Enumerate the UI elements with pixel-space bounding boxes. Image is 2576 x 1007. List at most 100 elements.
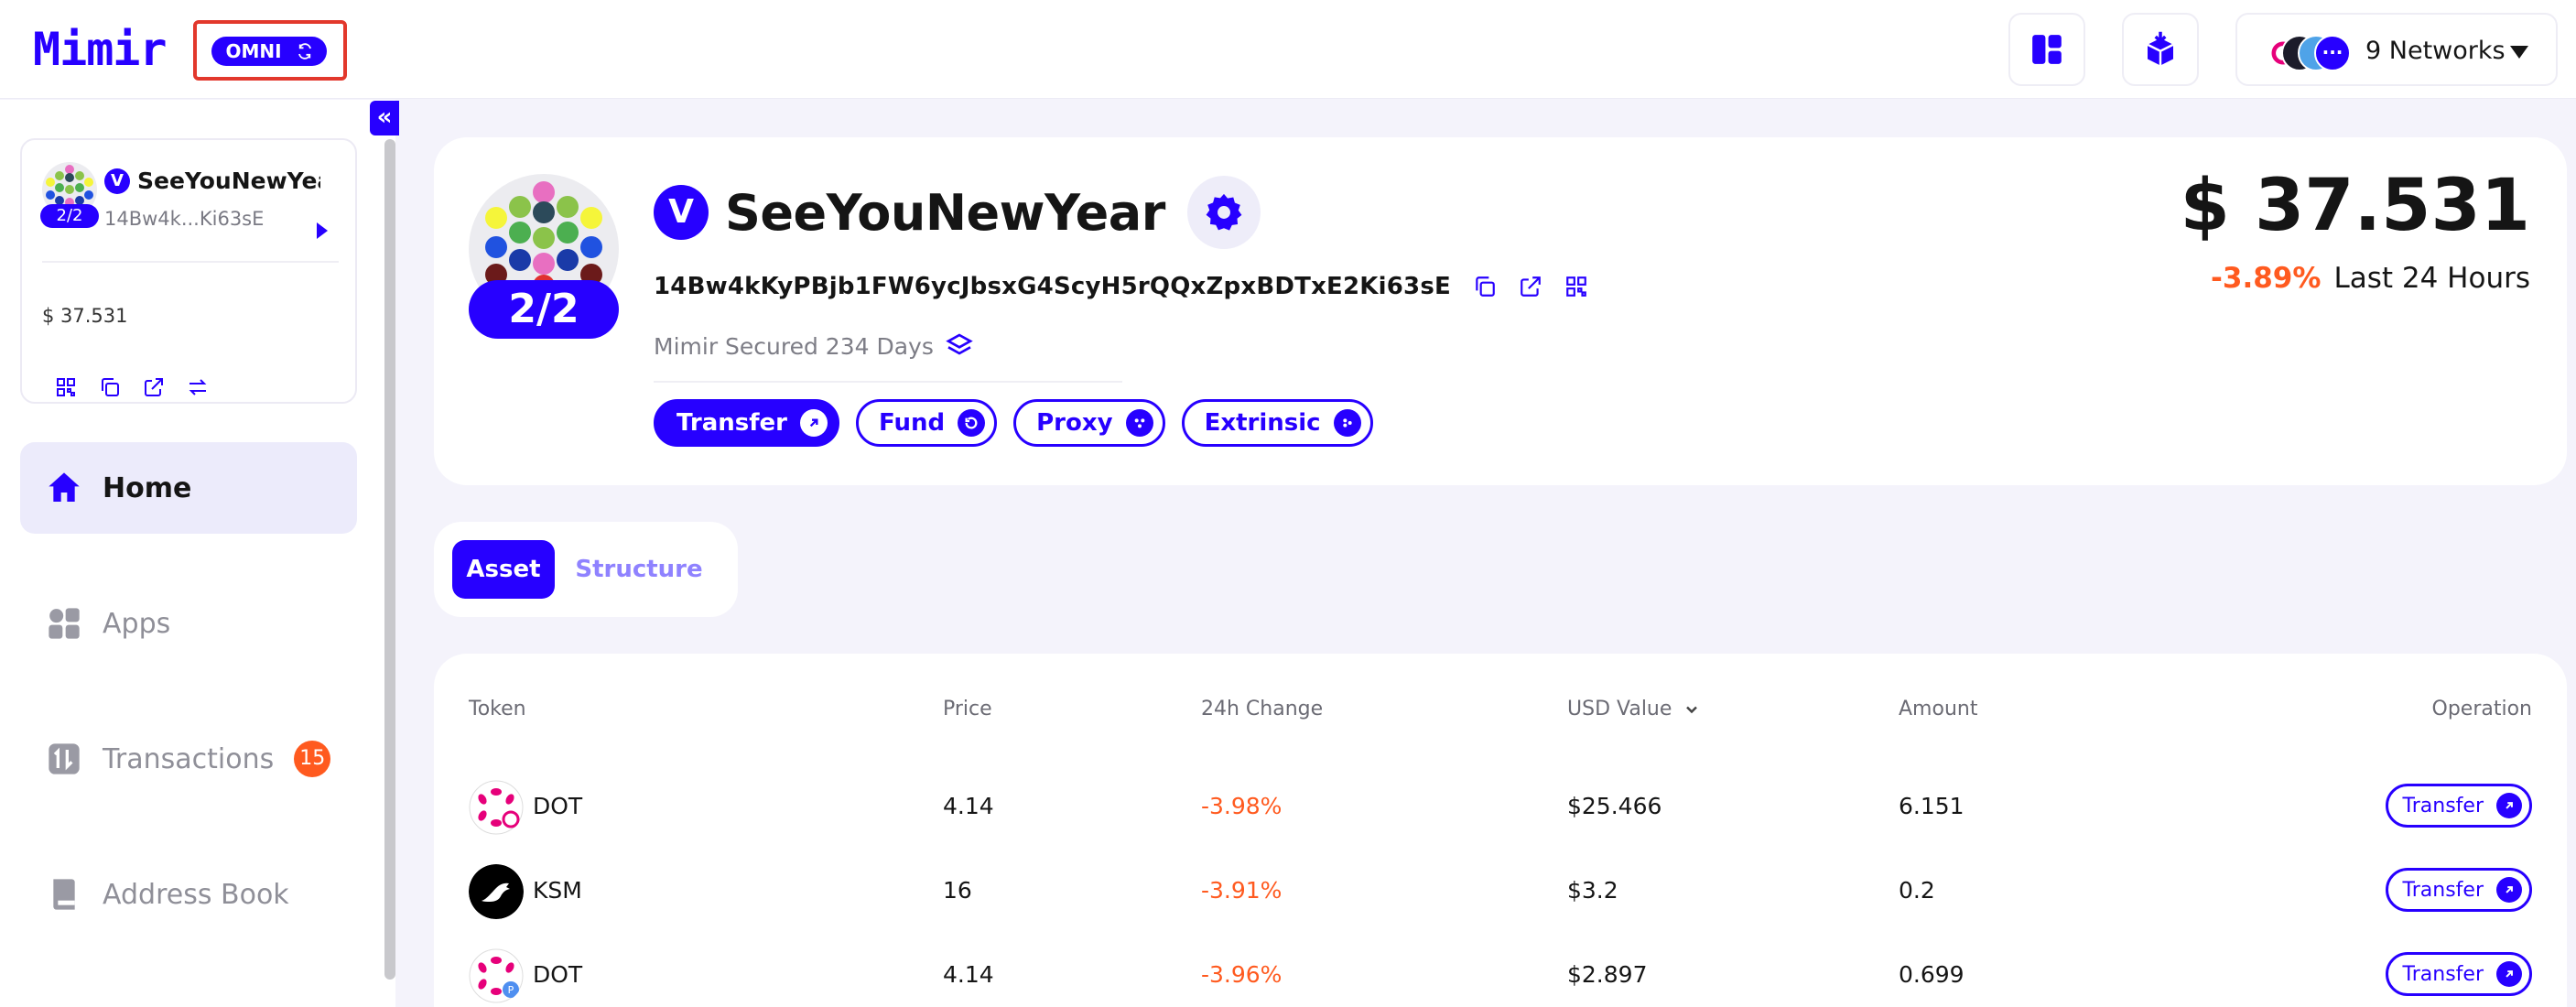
arrow-up-right-icon bbox=[2496, 793, 2522, 818]
header-usd-value[interactable]: USD Value bbox=[1567, 698, 1701, 720]
qr-code-icon[interactable] bbox=[1564, 275, 1588, 298]
chevron-down-icon bbox=[2510, 46, 2528, 59]
fund-icon bbox=[958, 409, 986, 437]
copy-icon[interactable] bbox=[99, 376, 121, 398]
external-link-icon[interactable] bbox=[1519, 275, 1542, 298]
header-price: Price bbox=[943, 698, 992, 720]
table-row: DOT 4.14 -3.98% $25.466 6.151 Transfer bbox=[434, 773, 2567, 846]
external-link-icon[interactable] bbox=[143, 376, 165, 398]
extrinsic-icon bbox=[1333, 409, 1361, 437]
nav-label-home: Home bbox=[103, 471, 192, 504]
proxy-icon bbox=[1125, 409, 1153, 437]
sidebar-item-address-book[interactable]: Address Book bbox=[20, 849, 357, 940]
omni-highlight-box: OMNI bbox=[193, 20, 347, 81]
sidebar-item-home[interactable]: Home bbox=[20, 442, 357, 534]
network-selector[interactable]: ··· 9 Networks bbox=[2235, 13, 2558, 86]
network-avatars: ··· bbox=[2265, 35, 2351, 71]
header-operation: Operation bbox=[2431, 698, 2532, 720]
token-change: -3.96% bbox=[1201, 961, 1283, 988]
profile-actions: Transfer Fund Proxy Extrinsic bbox=[654, 399, 1373, 447]
divider bbox=[42, 261, 339, 263]
account-balance: $ 37.531 bbox=[42, 305, 128, 327]
row-transfer-button[interactable]: Transfer bbox=[2385, 868, 2532, 912]
threshold-badge: 2/2 bbox=[40, 204, 99, 228]
sidebar: 2/2 V SeeYouNewYear 14Bw4k...Ki63sE $ 37… bbox=[0, 100, 395, 1007]
home-icon bbox=[49, 472, 80, 502]
header-token: Token bbox=[469, 698, 526, 720]
row-transfer-label: Transfer bbox=[2402, 878, 2484, 902]
nav-label-address-book: Address Book bbox=[103, 878, 289, 911]
token-name: DOT bbox=[533, 961, 583, 988]
tab-structure[interactable]: Structure bbox=[566, 540, 712, 599]
extrinsic-button[interactable]: Extrinsic bbox=[1181, 399, 1373, 447]
divider bbox=[654, 381, 1122, 383]
qr-code-icon[interactable] bbox=[55, 376, 77, 398]
profile-address: 14Bw4kKyPBjb1FW6ycJbsxG4ScyH5rQQxZpxBDTx… bbox=[654, 273, 1451, 300]
token-price: 4.14 bbox=[943, 793, 994, 819]
arrow-up-right-icon bbox=[2496, 877, 2522, 903]
copy-icon[interactable] bbox=[1473, 275, 1497, 298]
account-profile-card: 2/2 V SeeYouNewYear 14Bw4kKyPBjb1FW6ycJb… bbox=[434, 137, 2567, 485]
networks-label: 9 Networks bbox=[2365, 37, 2506, 65]
layers-icon bbox=[946, 333, 973, 355]
omni-toggle-button[interactable]: OMNI bbox=[211, 37, 327, 66]
omni-label: OMNI bbox=[225, 40, 282, 62]
more-networks-icon: ··· bbox=[2314, 35, 2351, 71]
dashboard-layout-button[interactable] bbox=[2008, 13, 2085, 86]
dot-token-icon: P bbox=[469, 948, 524, 1003]
account-actions bbox=[55, 376, 209, 398]
token-price: 16 bbox=[943, 877, 972, 904]
svg-text:P: P bbox=[508, 984, 514, 996]
proxy-button[interactable]: Proxy bbox=[1013, 399, 1165, 447]
address-book-icon bbox=[53, 879, 75, 910]
profile-threshold-badge: 2/2 bbox=[469, 280, 619, 339]
dot-token-icon bbox=[469, 780, 524, 835]
package-icon bbox=[2147, 31, 2174, 66]
package-button[interactable] bbox=[2122, 13, 2199, 86]
fund-button[interactable]: Fund bbox=[856, 399, 998, 447]
token-name: DOT bbox=[533, 793, 583, 819]
mimir-logo[interactable]: Mimir bbox=[33, 24, 168, 75]
tab-asset[interactable]: Asset bbox=[452, 540, 555, 599]
token-price: 4.14 bbox=[943, 961, 994, 988]
account-address: 14Bw4k...Ki63sE bbox=[104, 208, 265, 230]
token-change: -3.98% bbox=[1201, 793, 1283, 819]
profile-address-row: 14Bw4kKyPBjb1FW6ycJbsxG4ScyH5rQQxZpxBDTx… bbox=[654, 273, 1588, 300]
settings-button[interactable] bbox=[1186, 176, 1261, 249]
sidebar-item-transactions[interactable]: Transactions 15 bbox=[20, 713, 357, 805]
sort-down-icon bbox=[1686, 706, 1698, 713]
transactions-count-badge: 15 bbox=[294, 741, 331, 777]
sidebar-scrollbar[interactable] bbox=[384, 139, 395, 980]
arrow-up-right-icon bbox=[2496, 961, 2522, 987]
secured-text: Mimir Secured 234 Days bbox=[654, 332, 934, 360]
collapse-sidebar-button[interactable]: « bbox=[370, 101, 399, 135]
transfer-button[interactable]: Transfer bbox=[654, 399, 839, 447]
gear-icon bbox=[1206, 193, 1242, 231]
dashboard-icon bbox=[2032, 35, 2062, 64]
verified-icon: V bbox=[104, 168, 130, 194]
apps-icon bbox=[49, 608, 80, 639]
row-transfer-button[interactable]: Transfer bbox=[2385, 784, 2532, 828]
header-usd-value-label: USD Value bbox=[1567, 698, 1672, 720]
token-change: -3.91% bbox=[1201, 877, 1283, 904]
row-transfer-button[interactable]: Transfer bbox=[2385, 952, 2532, 996]
switch-icon[interactable] bbox=[187, 376, 209, 398]
account-card[interactable]: 2/2 V SeeYouNewYear 14Bw4k...Ki63sE $ 37… bbox=[20, 138, 357, 404]
transfer-label: Transfer bbox=[676, 409, 787, 437]
token-amount: 6.151 bbox=[1899, 793, 1964, 819]
extrinsic-label: Extrinsic bbox=[1204, 409, 1321, 437]
header-amount: Amount bbox=[1899, 698, 1978, 720]
nav-label-transactions: Transactions bbox=[103, 742, 275, 775]
token-amount: 0.2 bbox=[1899, 877, 1935, 904]
asset-structure-tabs: Asset Structure bbox=[434, 522, 738, 617]
sidebar-item-apps[interactable]: Apps bbox=[20, 578, 357, 669]
proxy-label: Proxy bbox=[1036, 409, 1113, 437]
expand-account-icon[interactable] bbox=[317, 222, 328, 239]
total-balance: $ 37.531 bbox=[2180, 165, 2530, 247]
arrow-up-right-icon bbox=[800, 409, 828, 437]
verified-icon: V bbox=[654, 185, 709, 240]
row-transfer-label: Transfer bbox=[2402, 794, 2484, 818]
token-amount: 0.699 bbox=[1899, 961, 1964, 988]
token-name: KSM bbox=[533, 877, 582, 904]
balance-change-percent: -3.89% bbox=[2211, 262, 2322, 295]
